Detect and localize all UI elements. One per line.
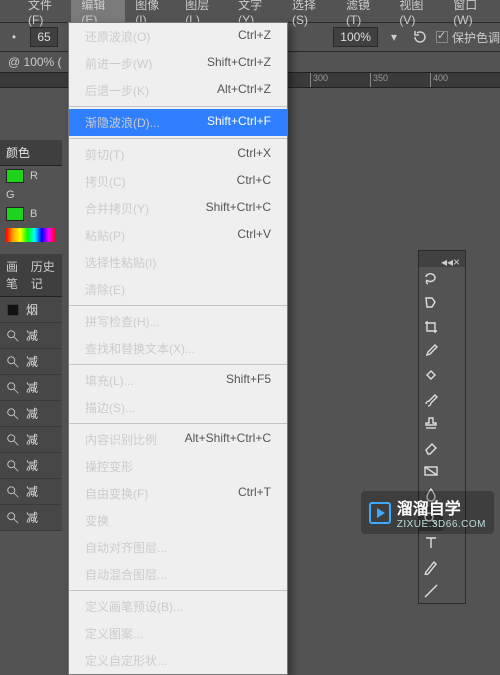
menu-item[interactable]: 合并拷贝(Y)Shift+Ctrl+C <box>69 195 287 222</box>
menu-item[interactable]: 选择性粘贴(I) <box>69 249 287 276</box>
menu-item[interactable]: 渐隐波浪(D)...Shift+Ctrl+F <box>69 109 287 136</box>
chevron-down-icon[interactable]: ▾ <box>384 27 404 47</box>
menu-item[interactable]: 定义画笔预设(B)... <box>69 593 287 620</box>
preserve-tone-checkbox[interactable]: 保护色调 <box>436 29 500 46</box>
magnifier-icon <box>6 511 20 525</box>
magnifier-icon <box>6 381 20 395</box>
lasso-poly-tool[interactable] <box>419 291 443 315</box>
eyedropper-tool[interactable] <box>419 339 443 363</box>
zoom-field[interactable]: 100% <box>333 27 378 47</box>
watermark-text: 溜溜自学 <box>397 495 486 519</box>
menu-窗口[interactable]: 窗口(W) <box>443 0 500 30</box>
minimize-icon[interactable]: ◂◂ <box>441 255 449 263</box>
menu-item[interactable]: 描边(S)... <box>69 394 287 421</box>
magnifier-icon <box>6 329 20 343</box>
r-label: R <box>30 170 38 182</box>
line-tool[interactable] <box>419 579 443 603</box>
ruler-tick: 350 <box>370 73 388 88</box>
history-item[interactable]: 减 <box>0 349 62 375</box>
history-item[interactable]: 减 <box>0 401 62 427</box>
brush-history-header: 画笔历史记 <box>0 254 62 297</box>
swatch-background[interactable] <box>6 207 24 221</box>
tools-grid <box>419 267 465 603</box>
color-panel-title: 颜色 <box>0 140 62 166</box>
menu-item[interactable]: 粘贴(P)Ctrl+V <box>69 222 287 249</box>
history-item[interactable]: 减 <box>0 453 62 479</box>
watermark-sub: ZIXUE.3D66.COM <box>397 519 486 530</box>
edit-menu-dropdown: 还原波浪(O)Ctrl+Z前进一步(W)Shift+Ctrl+Z后退一步(K)A… <box>68 22 288 675</box>
menu-item: 拼写检查(H)... <box>69 308 287 335</box>
magnifier-icon <box>6 459 20 473</box>
magnifier-icon <box>6 433 20 447</box>
tools-panel-header: ◂◂ × <box>419 251 465 267</box>
menu-选择[interactable]: 选择(S) <box>282 0 336 30</box>
heal-tool[interactable] <box>419 363 443 387</box>
eraser-tool[interactable] <box>419 435 443 459</box>
menu-item[interactable]: 后退一步(K)Alt+Ctrl+Z <box>69 77 287 104</box>
menu-item[interactable]: 内容识别比例Alt+Shift+Ctrl+C <box>69 426 287 453</box>
crop-tool[interactable] <box>419 315 443 339</box>
ruler-tick: 400 <box>430 73 448 88</box>
history-item[interactable]: 烟 <box>0 297 62 323</box>
menu-item: 定义自定形状... <box>69 647 287 674</box>
close-icon[interactable]: × <box>453 255 461 263</box>
menu-item[interactable]: 操控变形 <box>69 453 287 480</box>
menu-item[interactable]: 自由变换(F)Ctrl+T <box>69 480 287 507</box>
magnifier-icon <box>6 355 20 369</box>
history-item[interactable]: 减 <box>0 323 62 349</box>
menu-item[interactable]: 还原波浪(O)Ctrl+Z <box>69 23 287 50</box>
tools-panel: ◂◂ × <box>418 250 466 604</box>
menu-item[interactable]: 填充(L)...Shift+F5 <box>69 367 287 394</box>
menu-item: 清除(E) <box>69 276 287 303</box>
color-spectrum[interactable] <box>6 228 56 242</box>
menu-item[interactable]: 前进一步(W)Shift+Ctrl+Z <box>69 50 287 77</box>
menu-item: 查找和替换文本(X)... <box>69 335 287 362</box>
b-label: B <box>30 208 37 220</box>
history-item[interactable]: 减 <box>0 479 62 505</box>
brush-tool[interactable] <box>419 387 443 411</box>
swatch-foreground[interactable] <box>6 169 24 183</box>
menu-滤镜[interactable]: 滤镜(T) <box>336 0 389 30</box>
menu-item[interactable]: 拷贝(C)Ctrl+C <box>69 168 287 195</box>
watermark: 溜溜自学 ZIXUE.3D66.COM <box>361 491 494 534</box>
history-item[interactable]: 减 <box>0 427 62 453</box>
g-label: G <box>6 189 15 201</box>
stamp-tool[interactable] <box>419 411 443 435</box>
menu-item[interactable]: 变换 <box>69 507 287 534</box>
brush-size-field[interactable]: 65 <box>30 27 58 47</box>
brush-icon: • <box>4 27 24 47</box>
thumbnail-icon <box>6 303 20 317</box>
menu-item: 自动对齐图层... <box>69 534 287 561</box>
play-icon <box>369 502 391 524</box>
menu-item[interactable]: 剪切(T)Ctrl+X <box>69 141 287 168</box>
menu-item[interactable]: 定义图案... <box>69 620 287 647</box>
magnifier-icon <box>6 407 20 421</box>
pen-tool[interactable] <box>419 555 443 579</box>
type-tool[interactable] <box>419 531 443 555</box>
menu-item: 自动混合图层... <box>69 561 287 588</box>
magnifier-icon <box>6 485 20 499</box>
menu-文件[interactable]: 文件(F) <box>18 0 71 30</box>
menubar: 文件(F)编辑(E)图像(I)图层(L)文字(Y)选择(S)滤镜(T)视图(V)… <box>0 0 500 22</box>
history-item[interactable]: 减 <box>0 505 62 531</box>
lasso-tool[interactable] <box>419 267 443 291</box>
reset-icon[interactable] <box>410 27 430 47</box>
menu-视图[interactable]: 视图(V) <box>389 0 443 30</box>
history-item[interactable]: 减 <box>0 375 62 401</box>
history-list: 烟减减减减减减减减 <box>0 297 62 531</box>
gradient-tool[interactable] <box>419 459 443 483</box>
ruler-tick: 300 <box>310 73 328 88</box>
left-panels: 颜色 R G B 画笔历史记 烟减减减减减减减减 <box>0 140 62 531</box>
